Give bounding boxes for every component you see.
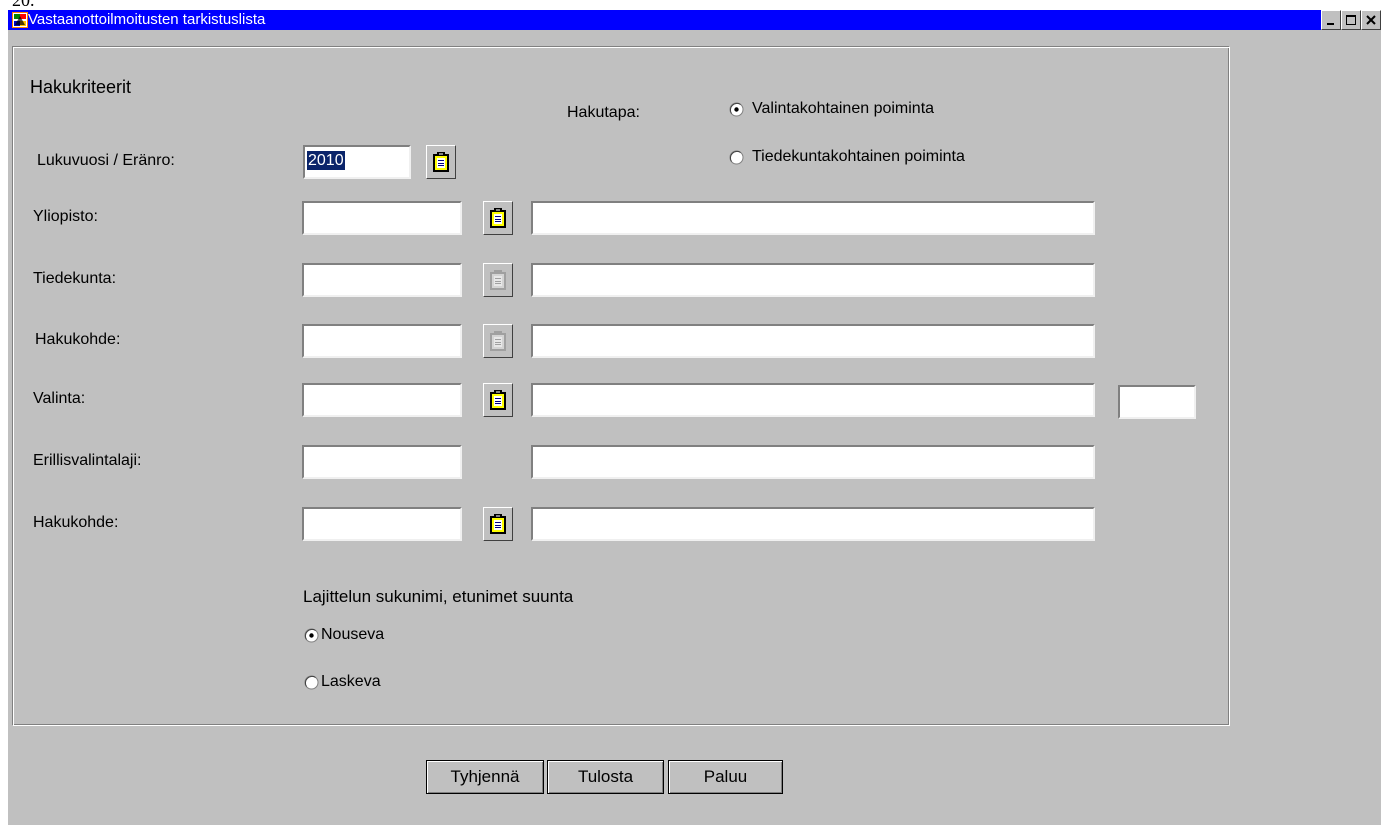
close-icon bbox=[1366, 15, 1376, 25]
hakukohde-label: Hakukohde: bbox=[35, 331, 121, 348]
minimize-icon bbox=[1327, 23, 1334, 25]
tiedekunta-name-input[interactable] bbox=[531, 263, 1095, 297]
radio-laskeva[interactable] bbox=[304, 675, 319, 690]
hakukohde2-code-input[interactable] bbox=[302, 507, 462, 541]
clipboard-icon bbox=[433, 152, 449, 172]
minimize-button[interactable] bbox=[1321, 10, 1341, 30]
back-button[interactable]: Paluu bbox=[668, 760, 783, 794]
tiedekunta-label: Tiedekunta: bbox=[33, 270, 117, 287]
valinta-code-input[interactable] bbox=[302, 383, 462, 417]
corner-text: 20. bbox=[12, 0, 35, 10]
lukuvuosi-value: 2010 bbox=[307, 151, 345, 170]
clipboard-icon bbox=[490, 514, 506, 534]
radio-nouseva-label: Nouseva bbox=[321, 626, 385, 643]
yliopisto-lov-button[interactable] bbox=[483, 201, 513, 235]
maximize-button[interactable] bbox=[1341, 10, 1361, 30]
radio-valintakohtainen[interactable] bbox=[729, 102, 744, 117]
lukuvuosi-label: Lukuvuosi / Eränro: bbox=[37, 152, 175, 169]
hakukohde2-lov-button[interactable] bbox=[483, 507, 513, 541]
valinta-name-input[interactable] bbox=[531, 383, 1095, 417]
radio-valintakohtainen-label: Valintakohtainen poiminta bbox=[752, 100, 935, 117]
clipboard-icon bbox=[490, 270, 506, 290]
radio-tiedekuntakohtainen-label: Tiedekuntakohtainen poiminta bbox=[752, 148, 965, 165]
clipboard-icon bbox=[490, 208, 506, 228]
form-window: Hakukriteerit Hakutapa: Valintakohtainen… bbox=[8, 30, 1381, 825]
lukuvuosi-lov-button[interactable] bbox=[426, 145, 456, 179]
lukuvuosi-input[interactable]: 2010 bbox=[303, 145, 411, 179]
section-title: Hakukriteerit bbox=[30, 77, 132, 97]
valinta-label: Valinta: bbox=[33, 390, 86, 407]
radio-tiedekuntakohtainen[interactable] bbox=[729, 150, 744, 165]
erillisvalintalaji-code-input[interactable] bbox=[302, 445, 462, 479]
screen: 20. Vastaanottoilmoitusten tarkistuslist… bbox=[0, 0, 1381, 825]
hakukohde2-label: Hakukohde: bbox=[33, 514, 119, 531]
hakukohde2-name-input[interactable] bbox=[531, 507, 1095, 541]
clipboard-icon bbox=[490, 390, 506, 410]
close-button[interactable] bbox=[1361, 10, 1381, 30]
window-title: Vastaanottoilmoitusten tarkistuslista bbox=[28, 11, 266, 28]
criteria-panel: Hakukriteerit Hakutapa: Valintakohtainen… bbox=[12, 46, 1230, 726]
title-bar[interactable]: Vastaanottoilmoitusten tarkistuslista bbox=[8, 10, 1381, 30]
erillisvalintalaji-name-input[interactable] bbox=[531, 445, 1095, 479]
hakutapa-label: Hakutapa: bbox=[567, 104, 640, 121]
yliopisto-code-input[interactable] bbox=[302, 201, 462, 235]
app-icon bbox=[12, 12, 28, 28]
hakukohde-name-input[interactable] bbox=[531, 324, 1095, 358]
tiedekunta-lov-button[interactable] bbox=[483, 263, 513, 297]
erillisvalintalaji-label: Erillisvalintalaji: bbox=[33, 452, 142, 469]
clear-button[interactable]: Tyhjennä bbox=[426, 760, 544, 794]
maximize-icon bbox=[1346, 15, 1356, 25]
yliopisto-label: Yliopisto: bbox=[33, 208, 98, 225]
radio-nouseva[interactable] bbox=[304, 628, 319, 643]
valinta-lov-button[interactable] bbox=[483, 383, 513, 417]
valinta-extra-input[interactable] bbox=[1118, 385, 1196, 419]
print-button[interactable]: Tulosta bbox=[547, 760, 664, 794]
radio-laskeva-label: Laskeva bbox=[321, 673, 381, 690]
hakukohde-code-input[interactable] bbox=[302, 324, 462, 358]
window-controls bbox=[1321, 10, 1381, 30]
sort-title: Lajittelun sukunimi, etunimet suunta bbox=[303, 587, 574, 606]
yliopisto-name-input[interactable] bbox=[531, 201, 1095, 235]
hakukohde-lov-button[interactable] bbox=[483, 324, 513, 358]
tiedekunta-code-input[interactable] bbox=[302, 263, 462, 297]
clipboard-icon bbox=[490, 331, 506, 351]
